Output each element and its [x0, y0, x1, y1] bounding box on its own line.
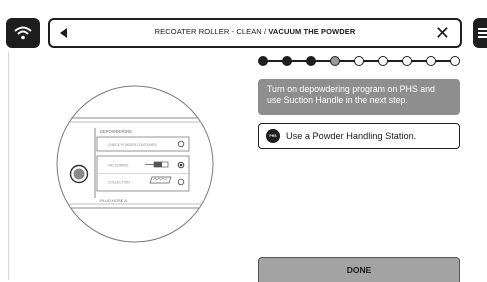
- progress-steps: [258, 55, 460, 67]
- back-arrow-icon[interactable]: [60, 28, 67, 38]
- phs-icon: PHS: [266, 129, 280, 143]
- progress-step: [378, 56, 388, 66]
- progress-step: [306, 56, 316, 66]
- progress-step: [330, 56, 340, 66]
- progress-step: [354, 56, 364, 66]
- instruction-box: Turn on depowdering program on PHS and u…: [258, 79, 460, 115]
- hamburger-icon: [478, 28, 487, 38]
- title-step: VACUUM THE POWDER: [268, 27, 356, 36]
- wifi-icon: [14, 26, 32, 40]
- phs-note: PHS Use a Powder Handling Station.: [258, 123, 460, 149]
- close-icon[interactable]: ✕: [435, 22, 450, 44]
- divider: [8, 52, 9, 280]
- instruction-text: Turn on depowdering program on PHS and u…: [267, 84, 435, 105]
- progress-step: [402, 56, 412, 66]
- progress-step: [258, 56, 268, 66]
- panel-row3-label: COLLECTION: [108, 181, 130, 185]
- panel-footer-label: PLUG HOSE A: [100, 198, 127, 203]
- phs-text: Use a Powder Handling Station.: [286, 131, 417, 141]
- title-bar: RECOATER ROLLER - CLEAN / VACUUM THE POW…: [48, 18, 462, 48]
- progress-step: [426, 56, 436, 66]
- progress-step: [282, 56, 292, 66]
- panel-row2-label: VACUUMING: [108, 164, 129, 168]
- progress-step: [450, 56, 460, 66]
- title-prefix: RECOATER ROLLER - CLEAN /: [154, 27, 269, 36]
- panel-section-title: DEPOWDERING: [100, 129, 132, 134]
- menu-button[interactable]: [473, 18, 487, 48]
- done-button[interactable]: DONE: [258, 257, 460, 282]
- machine-panel-illustration: DEPOWDERING CHECK POWDER CONTAINER VACUU…: [56, 85, 214, 243]
- wifi-button[interactable]: [6, 18, 40, 48]
- page-title: RECOATER ROLLER - CLEAN / VACUUM THE POW…: [80, 27, 430, 36]
- panel-row1-label: CHECK POWDER CONTAINER: [108, 143, 157, 147]
